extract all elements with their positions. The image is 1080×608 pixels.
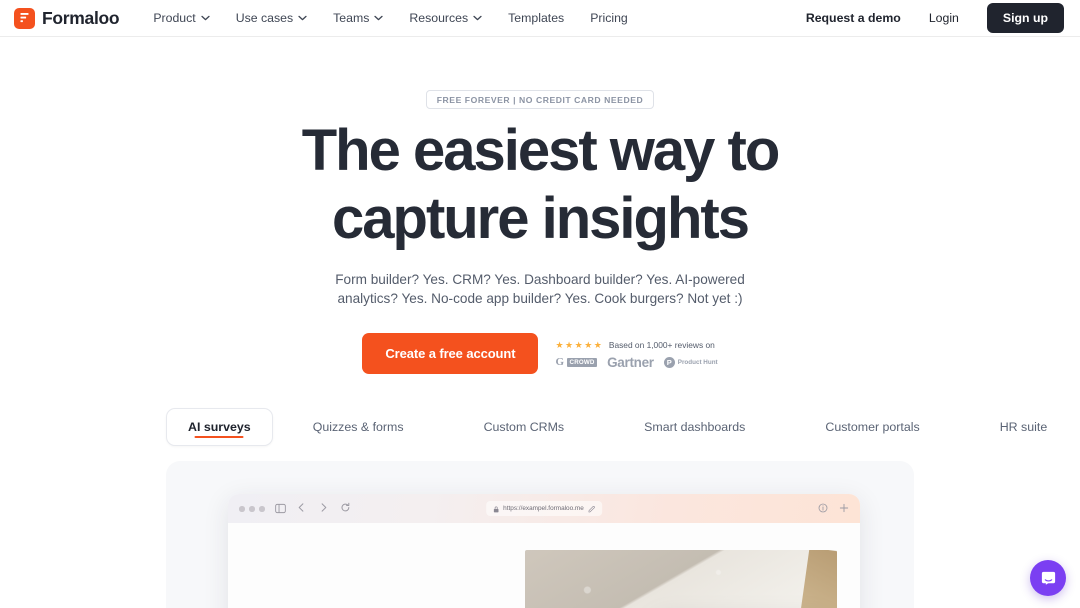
hero-subheading: Form builder? Yes. CRM? Yes. Dashboard b… <box>0 270 1080 309</box>
login-link[interactable]: Login <box>929 11 959 25</box>
nav-item-label: Resources <box>409 11 469 25</box>
create-free-account-button[interactable]: Create a free account <box>362 333 539 375</box>
subhead-line-2: analytics? Yes. No-code app builder? Yes… <box>337 291 743 307</box>
tab-hr-suite[interactable]: HR suite <box>960 408 1080 446</box>
brand-name: Formaloo <box>42 7 120 28</box>
hero-eyebrow-badge: FREE FOREVER | NO CREDIT CARD NEEDED <box>425 90 655 109</box>
close-dot-icon <box>239 506 245 512</box>
reviews-proof: ★ ★ ★ ★ ★ Based on 1,000+ reviews on G C… <box>555 338 717 370</box>
browser-toolbar: https://exampel.formaloo.me <box>228 494 860 524</box>
active-tab-indicator <box>194 435 244 439</box>
star-icon: ★ <box>574 339 583 350</box>
gartner-logo: Gartner <box>607 356 654 370</box>
hero-cta-row: Create a free account ★ ★ ★ ★ ★ Based on… <box>0 333 1080 375</box>
tab-label: HR suite <box>999 420 1048 435</box>
pencil-icon[interactable] <box>588 500 595 518</box>
product-hunt-logo: P Product Hunt <box>663 357 718 369</box>
star-rating: ★ ★ ★ ★ ★ <box>555 339 602 350</box>
minimize-dot-icon <box>249 506 255 512</box>
product-hunt-wordmark: Product Hunt <box>677 359 718 367</box>
reviews-rating-row: ★ ★ ★ ★ ★ Based on 1,000+ reviews on <box>555 340 717 350</box>
star-icon: ★ <box>565 339 574 350</box>
info-icon[interactable] <box>818 500 828 518</box>
tab-ai-surveys[interactable]: AI surveys <box>166 408 273 447</box>
reload-icon[interactable] <box>340 500 351 518</box>
headline-line-2: capture insights <box>332 185 750 251</box>
nav-item-label: Teams <box>333 11 370 25</box>
nav-item-label: Templates <box>508 11 565 25</box>
tab-custom-crms[interactable]: Custom CRMs <box>444 408 605 446</box>
chevron-down-icon <box>473 15 482 21</box>
nav-item-teams[interactable]: Teams <box>333 11 384 25</box>
tab-label: Customer portals <box>825 420 920 435</box>
browser-toolbar-right <box>818 500 849 518</box>
nav-item-label: Pricing <box>590 11 628 25</box>
lock-icon <box>493 500 499 518</box>
chevron-down-icon <box>374 15 384 21</box>
tab-label: Custom CRMs <box>483 420 565 435</box>
address-bar[interactable]: https://exampel.formaloo.me <box>486 500 602 518</box>
gartner-wordmark: Gartner <box>607 355 654 371</box>
nav-item-product[interactable]: Product <box>153 11 210 25</box>
plus-icon[interactable] <box>839 500 849 518</box>
tab-quizzes-forms[interactable]: Quizzes & forms <box>273 408 444 446</box>
chat-launcher-button[interactable] <box>1030 560 1066 596</box>
nav-item-pricing[interactable]: Pricing <box>590 11 628 25</box>
photo-texture <box>525 550 837 608</box>
review-platform-logos: G CROWD Gartner P Product Hunt <box>555 356 717 370</box>
nav-item-label: Product <box>153 11 196 25</box>
signup-button[interactable]: Sign up <box>986 3 1064 33</box>
star-icon: ★ <box>584 339 593 350</box>
page-title: The easiest way to capture insights <box>0 118 1080 251</box>
browser-mockup: https://exampel.formaloo.me <box>228 494 860 608</box>
g2-wordmark: CROWD <box>567 358 598 368</box>
product-hunt-mark: P <box>663 357 675 369</box>
nav-item-resources[interactable]: Resources <box>409 11 482 25</box>
reviews-count-text: Based on 1,000+ reviews on <box>608 340 715 351</box>
tab-label: Quizzes & forms <box>312 420 404 435</box>
hero-section: FREE FOREVER | NO CREDIT CARD NEEDED The… <box>0 37 1080 375</box>
chevron-down-icon <box>201 15 210 21</box>
chevron-down-icon <box>298 15 307 21</box>
sidebar-toggle-icon[interactable] <box>274 503 286 514</box>
subhead-line-1: Form builder? Yes. CRM? Yes. Dashboard b… <box>335 271 745 287</box>
request-demo-link[interactable]: Request a demo <box>806 11 901 25</box>
window-traffic-lights <box>239 506 265 512</box>
star-icon: ★ <box>555 339 564 350</box>
brand-logo[interactable]: Formaloo <box>14 7 120 29</box>
tab-customer-portals[interactable]: Customer portals <box>785 408 959 446</box>
tab-label: AI surveys <box>188 420 251 435</box>
chat-bubble-icon <box>1041 571 1055 585</box>
g2-crowd-logo: G CROWD <box>555 356 598 369</box>
nav-item-label: Use cases <box>235 11 294 25</box>
nav-actions: Request a demo Login Sign up <box>806 3 1064 33</box>
product-screenshot-panel: https://exampel.formaloo.me <box>166 461 914 608</box>
nav-item-templates[interactable]: Templates <box>508 11 564 25</box>
tab-smart-dashboards[interactable]: Smart dashboards <box>604 408 785 446</box>
headline-line-1: The easiest way to <box>301 118 781 183</box>
feature-tabs: AI surveys Quizzes & forms Custom CRMs S… <box>0 408 1080 447</box>
browser-viewport: Do you like gemstones? Please select one… <box>228 523 860 608</box>
maximize-dot-icon <box>259 506 265 512</box>
formaloo-logo-icon <box>14 7 35 29</box>
gemstone-jewelry-photo <box>525 550 837 608</box>
browser-navigation-controls <box>296 500 351 518</box>
star-icon: ★ <box>593 339 602 350</box>
url-text: https://exampel.formaloo.me <box>503 505 584 513</box>
tab-label: Smart dashboards <box>644 420 746 435</box>
nav-item-use-cases[interactable]: Use cases <box>236 11 307 25</box>
top-navigation-bar: Formaloo Product Use cases Teams Resourc… <box>0 0 1080 37</box>
arrow-left-icon[interactable] <box>296 500 307 518</box>
nav-links: Product Use cases Teams Resources Templa… <box>153 11 627 25</box>
g2-mark: G <box>555 356 565 369</box>
arrow-right-icon[interactable] <box>318 500 329 518</box>
